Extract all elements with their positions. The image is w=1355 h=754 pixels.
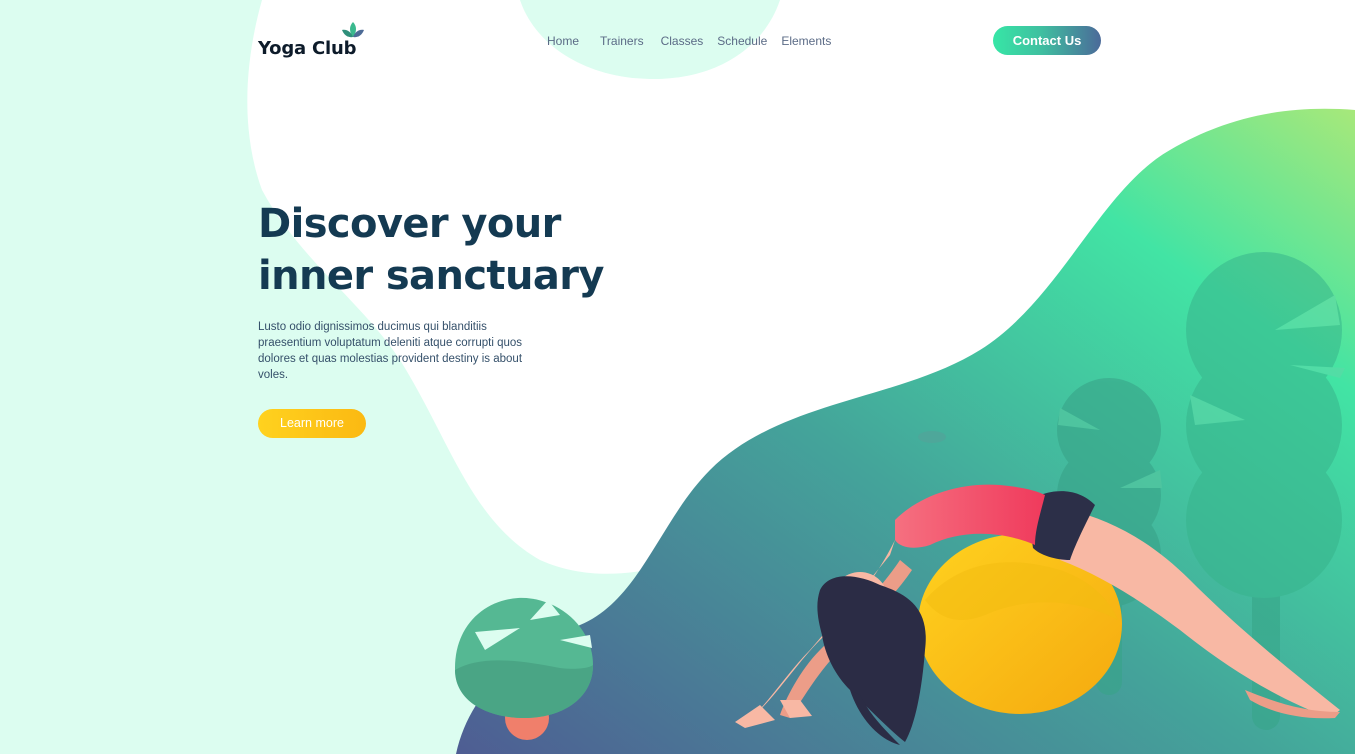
hero-title: Discover your inner sanctuary	[258, 198, 618, 302]
main-navigation: Home Trainers Classes Schedule Elements	[540, 33, 838, 49]
nav-elements[interactable]: Elements	[774, 33, 838, 49]
lotus-icon	[342, 22, 364, 38]
hero-description: Lusto odio dignissimos ducimus qui bland…	[258, 321, 523, 381]
nav-trainers[interactable]: Trainers	[593, 33, 654, 49]
nav-schedule[interactable]: Schedule	[710, 33, 774, 49]
learn-more-button[interactable]: Learn more	[258, 409, 366, 438]
background-shapes	[0, 0, 1355, 754]
hero-title-line-1: Discover your	[258, 201, 561, 247]
nav-home[interactable]: Home	[540, 33, 593, 49]
nav-classes[interactable]: Classes	[654, 33, 711, 49]
brand-logo[interactable]: Yoga Club	[258, 20, 364, 59]
hero-title-line-2: inner sanctuary	[258, 253, 604, 299]
contact-us-button[interactable]: Contact Us	[993, 26, 1101, 55]
